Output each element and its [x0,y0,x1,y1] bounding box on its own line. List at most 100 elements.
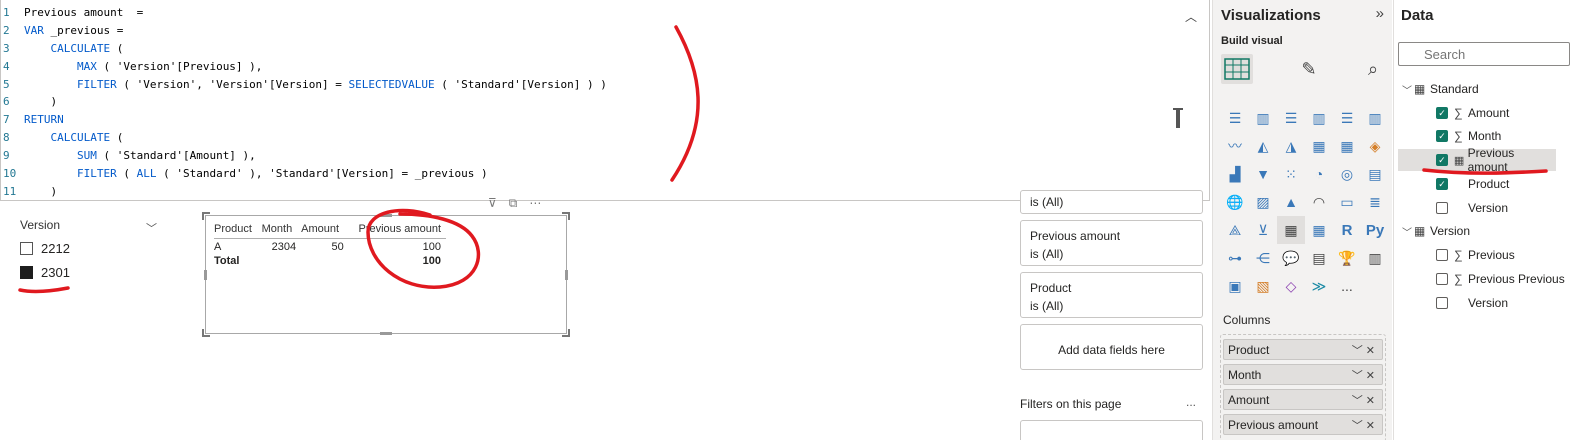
decomposition-tree-icon[interactable]: ⋲ [1249,244,1277,272]
more-visuals-icon[interactable]: ... [1333,272,1361,300]
field-checkbox[interactable]: ✓ [1436,178,1448,190]
fields-tab-icon[interactable] [1221,54,1253,84]
paginated-report-icon[interactable]: ▥ [1361,244,1389,272]
field-version-version[interactable]: Version [1436,292,1508,314]
code-line[interactable]: 10 FILTER ( ALL ( 'Standard' ), 'Standar… [1,165,1171,183]
chevron-down-icon[interactable]: ﹀ [1402,224,1414,239]
code-line[interactable]: 7 RETURN [1,111,1171,129]
slicer-checkbox-checked[interactable] [20,265,33,279]
100-stacked-column-icon[interactable]: ▥ [1361,104,1389,132]
editor-scrollbar[interactable] [1173,108,1183,128]
format-visual-icon[interactable]: ✎ [1293,54,1325,84]
azure-map-icon[interactable]: ▲ [1277,188,1305,216]
qa-icon[interactable]: 💬 [1277,244,1305,272]
chip-chevron-close-icons[interactable]: ﹀✕ [1352,392,1378,408]
field-checkbox[interactable]: ✓ [1436,154,1448,166]
filter-card-product[interactable]: Product is (All) [1020,272,1203,318]
column-header[interactable]: Previous amount [349,221,446,239]
line-column-icon[interactable]: ▦ [1305,132,1333,160]
scatter-icon[interactable]: ⁙ [1277,160,1305,188]
line-chart-icon[interactable]: 〰 [1221,132,1249,160]
column-chip-product[interactable]: Product ﹀✕ [1223,339,1383,360]
code-line[interactable]: 4 MAX ( 'Version'[Previous] ), [1,58,1171,76]
r-visual-icon[interactable]: R [1333,216,1361,244]
slicer-checkbox[interactable] [20,241,33,255]
table-icon[interactable]: ▦ [1277,216,1305,244]
kpi-icon[interactable]: ⟁ [1221,216,1249,244]
card-icon[interactable]: ▭ [1333,188,1361,216]
add-data-fields-well[interactable]: Add data fields here [1020,324,1203,370]
expand-pane-icon[interactable]: » [1376,5,1384,22]
more-options-icon[interactable]: ... [1186,395,1196,409]
resize-handle[interactable] [202,329,210,337]
field-month[interactable]: ✓ ∑ Month [1436,125,1501,147]
page-filter-card[interactable] [1020,420,1203,440]
field-checkbox[interactable] [1436,202,1448,214]
field-amount[interactable]: ✓ ∑ Amount [1436,102,1509,124]
slicer-icon[interactable]: ⊻ [1249,216,1277,244]
chevron-down-icon[interactable]: ﹀ [1402,82,1414,97]
filled-map-icon[interactable]: ▨ [1249,188,1277,216]
key-influencers-icon[interactable]: ⊶ [1221,244,1249,272]
clustered-bar-icon[interactable]: ☰ [1277,104,1305,132]
field-previous-previous[interactable]: ∑ Previous Previous [1436,268,1565,290]
column-header[interactable]: Amount [301,221,349,239]
code-line[interactable]: 2 VAR _previous = [1,22,1171,40]
stacked-column-icon[interactable]: ▥ [1249,104,1277,132]
analytics-icon[interactable]: ⌕ [1357,54,1389,84]
search-input[interactable] [1398,42,1570,66]
waterfall-icon[interactable]: ▟ [1221,160,1249,188]
field-version[interactable]: Version [1436,197,1508,219]
clustered-column-icon[interactable]: ▥ [1305,104,1333,132]
code-line[interactable]: 5 FILTER ( 'Version', 'Version'[Version]… [1,76,1171,94]
filter-card-previous-amount[interactable]: Previous amount is (All) [1020,220,1203,266]
collapse-editor-icon[interactable]: ︿ [1185,8,1199,24]
code-lines[interactable]: 1 Previous amount = 2 VAR _previous = 3 CALC… [1,4,1171,201]
field-checkbox[interactable] [1436,273,1448,285]
power-apps-diamond-icon[interactable]: ◇ [1277,272,1305,300]
field-previous-amount[interactable]: ✓ ▦ Previous amount [1398,146,1556,174]
field-product[interactable]: ✓ Product [1436,173,1509,195]
treemap-icon[interactable]: ▤ [1361,160,1389,188]
multi-row-card-icon[interactable]: ≣ [1361,188,1389,216]
resize-handle[interactable] [202,212,210,220]
power-automate-icon[interactable]: ▧ [1249,272,1277,300]
slicer-item-2301[interactable]: 2301 [20,264,165,280]
ribbon-chart-icon[interactable]: ◈ [1361,132,1389,160]
gauge-icon[interactable]: ◠ [1305,188,1333,216]
field-checkbox[interactable]: ✓ [1436,130,1448,142]
chip-chevron-close-icons[interactable]: ﹀✕ [1352,342,1378,358]
chip-chevron-close-icons[interactable]: ﹀✕ [1352,367,1378,383]
column-header[interactable]: Product [214,221,262,239]
smart-narrative-icon[interactable]: ▤ [1305,244,1333,272]
code-line[interactable]: 3 CALCULATE ( [1,40,1171,58]
stacked-area-icon[interactable]: ◮ [1277,132,1305,160]
dax-formula-editor[interactable]: 1 Previous amount = 2 VAR _previous = 3 CALC… [0,0,1210,201]
python-visual-icon[interactable]: Py [1361,216,1389,244]
stacked-bar-icon[interactable]: ☰ [1221,104,1249,132]
resize-handle[interactable] [565,270,568,280]
chip-chevron-close-icons[interactable]: ﹀✕ [1352,417,1378,433]
visual-header-icons[interactable]: ⊽⧉⋯ [488,196,553,211]
pie-chart-icon[interactable]: ◔ [1305,160,1333,188]
chevron-down-icon[interactable]: ﹀ [146,220,157,236]
resize-handle[interactable] [204,270,207,280]
resize-handle[interactable] [562,329,570,337]
matrix-icon[interactable]: ▦ [1305,216,1333,244]
columns-well[interactable]: Product ﹀✕ Month ﹀✕ Amount ﹀✕ Previous amou… [1220,334,1386,440]
slicer-item-2212[interactable]: 2212 [20,240,165,256]
column-chip-previous-amount[interactable]: Previous amount ﹀✕ [1223,414,1383,435]
map-icon[interactable]: 🌐 [1221,188,1249,216]
code-line[interactable]: 1 Previous amount = [1,4,1171,22]
table-node-standard[interactable]: ﹀ ▦ Standard [1402,78,1479,100]
focus-mode-icon[interactable]: ⧉ [509,196,530,210]
power-automate-flow-icon[interactable]: ≫ [1305,272,1333,300]
field-previous[interactable]: ∑ Previous [1436,244,1515,266]
code-line[interactable]: 11 ) [1,183,1171,201]
resize-handle[interactable] [562,212,570,220]
funnel-icon[interactable]: ▼ [1249,160,1277,188]
field-checkbox[interactable] [1436,297,1448,309]
table-visual[interactable]: Product Month Amount Previous amount A 2… [202,212,570,337]
code-line[interactable]: 9 SUM ( 'Standard'[Amount] ), [1,147,1171,165]
column-header[interactable]: Month [262,221,301,239]
